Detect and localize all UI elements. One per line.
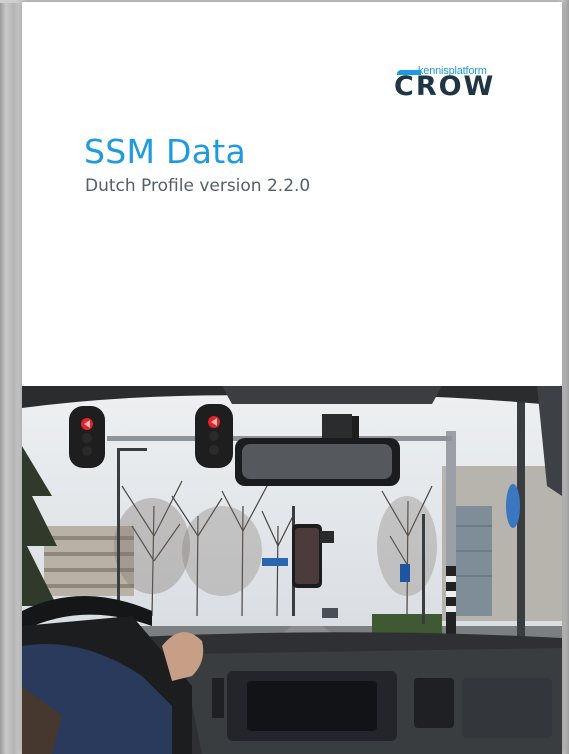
document-subtitle: Dutch Profile version 2.2.0 <box>85 176 311 196</box>
crow-logo: kennisplatform CROW <box>394 65 506 102</box>
background-frame-right <box>562 0 569 754</box>
document-title: SSM Data <box>84 132 247 171</box>
cover-photo <box>22 386 562 754</box>
traffic-light-center <box>195 404 233 468</box>
logo-big-text: CROW <box>394 71 496 102</box>
document-cover: kennisplatform CROW SSM Data Dutch Profi… <box>22 2 562 754</box>
traffic-light-left <box>69 406 105 468</box>
dashboard-view-traffic-lights-photo <box>22 386 562 754</box>
